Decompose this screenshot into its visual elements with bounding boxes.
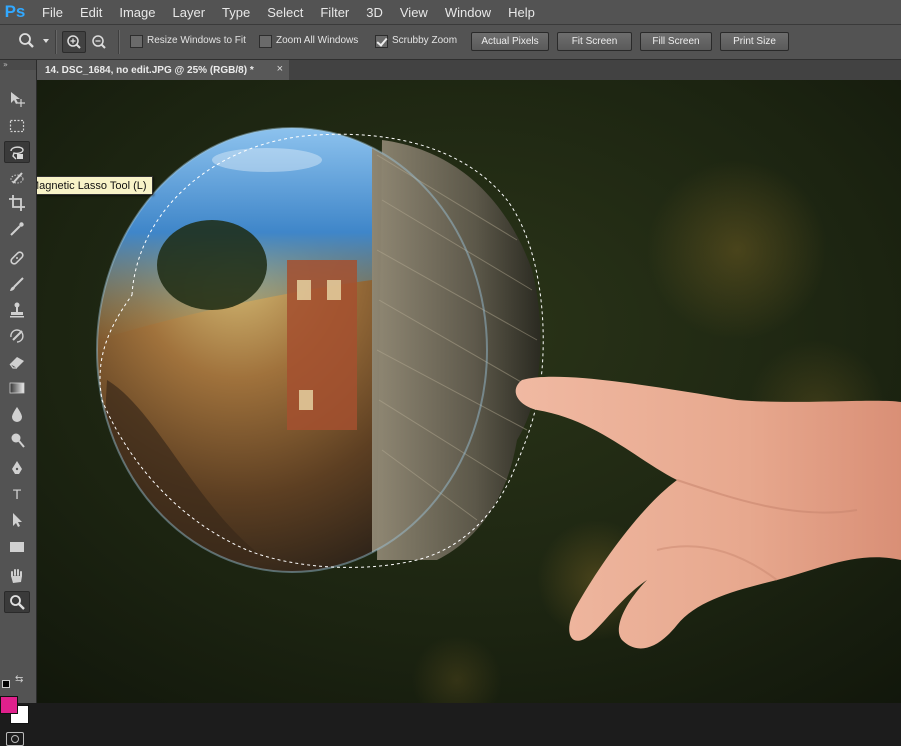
pen-tool[interactable]: [4, 457, 30, 479]
marquee-tool[interactable]: [4, 115, 30, 137]
document-tab-title: 14. DSC_1684, no edit.JPG @ 25% (RGB/8) …: [45, 64, 254, 76]
menu-edit[interactable]: Edit: [80, 5, 102, 20]
foreground-color-swatch[interactable]: [0, 696, 18, 714]
rectangle-tool[interactable]: [4, 536, 30, 558]
type-tool[interactable]: T: [4, 483, 30, 505]
menu-select[interactable]: Select: [267, 5, 303, 20]
divider: [118, 30, 120, 54]
move-tool[interactable]: [4, 88, 30, 110]
rect-marquee-icon: [9, 119, 25, 133]
print-size-button[interactable]: Print Size: [720, 32, 789, 51]
resize-windows-label: Resize Windows to Fit: [147, 35, 246, 46]
close-icon[interactable]: ×: [277, 63, 283, 75]
eraser-icon: [9, 357, 24, 369]
menu-help[interactable]: Help: [508, 5, 535, 20]
quick-selection-tool[interactable]: [4, 167, 30, 189]
fit-screen-button[interactable]: Fit Screen: [557, 32, 632, 51]
brush-tool[interactable]: [4, 273, 30, 295]
menu-bar: Ps File Edit Image Layer Type Select Fil…: [0, 0, 901, 25]
menu-layer[interactable]: Layer: [173, 5, 206, 20]
clone-stamp-tool[interactable]: [4, 299, 30, 321]
magnetic-lasso-icon: [10, 146, 24, 160]
healing-brush-tool[interactable]: [4, 247, 30, 269]
scrubby-zoom-checkbox[interactable]: [375, 35, 388, 48]
document-tab[interactable]: 14. DSC_1684, no edit.JPG @ 25% (RGB/8) …: [37, 60, 289, 80]
magnifier-icon: [10, 595, 25, 610]
menu-image[interactable]: Image: [119, 5, 155, 20]
zoom-in-button[interactable]: [62, 31, 86, 53]
hand-icon: [11, 569, 22, 583]
menu-window[interactable]: Window: [445, 5, 491, 20]
menu-3d[interactable]: 3D: [366, 5, 383, 20]
document-tab-bar: 14. DSC_1684, no edit.JPG @ 25% (RGB/8) …: [37, 60, 901, 80]
history-brush-icon: [10, 329, 24, 343]
rectangle-icon: [10, 542, 24, 552]
actual-pixels-button[interactable]: Actual Pixels: [471, 32, 549, 51]
blur-tool[interactable]: [4, 403, 30, 425]
photoshop-logo-icon: Ps: [4, 2, 26, 21]
zoom-all-windows-label: Zoom All Windows: [276, 35, 359, 46]
default-colors-icon[interactable]: [2, 680, 10, 688]
hand-tool[interactable]: [4, 565, 30, 587]
divider: [55, 30, 57, 54]
zoom-out-button[interactable]: [89, 32, 109, 52]
quick-selection-icon: [10, 172, 24, 184]
tool-preset-chevron-down-icon[interactable]: [43, 39, 49, 43]
zoom-tool[interactable]: [4, 591, 30, 613]
eyedropper-tool[interactable]: [4, 218, 30, 240]
dodge-tool[interactable]: [4, 429, 30, 451]
move-icon: [11, 92, 25, 107]
dodge-icon: [11, 433, 25, 448]
tools-panel: » T ⇆: [0, 60, 37, 746]
document-canvas[interactable]: Magnetic Lasso Tool (L): [37, 80, 901, 703]
tool-preset-magnifier-icon[interactable]: [17, 32, 37, 50]
options-bar: Resize Windows to Fit Zoom All Windows S…: [0, 25, 901, 60]
zoom-in-icon: [67, 35, 81, 49]
photo-bursting-bubble: [37, 80, 901, 703]
menu-file[interactable]: File: [42, 5, 63, 20]
menu-view[interactable]: View: [400, 5, 428, 20]
resize-windows-checkbox[interactable]: [130, 35, 143, 48]
path-selection-tool[interactable]: [4, 509, 30, 531]
gradient-tool[interactable]: [4, 377, 30, 399]
gradient-icon: [9, 382, 25, 394]
zoom-out-icon: [92, 35, 106, 49]
crop-icon: [9, 195, 25, 211]
quick-mask-icon[interactable]: [6, 732, 24, 746]
menu-type[interactable]: Type: [222, 5, 250, 20]
menu-filter[interactable]: Filter: [320, 5, 349, 20]
eyedropper-icon: [10, 222, 24, 236]
arrow-icon: [13, 513, 22, 527]
swap-colors-icon[interactable]: ⇆: [15, 674, 23, 685]
scrubby-zoom-label: Scrubby Zoom: [392, 35, 458, 46]
crop-tool[interactable]: [4, 192, 30, 214]
pen-icon: [12, 461, 22, 474]
magnetic-lasso-tool[interactable]: [4, 141, 30, 163]
fill-screen-button[interactable]: Fill Screen: [640, 32, 712, 51]
tool-tooltip: Magnetic Lasso Tool (L): [37, 176, 153, 195]
brush-icon: [10, 277, 24, 291]
history-brush-tool[interactable]: [4, 325, 30, 347]
bandage-icon: [10, 251, 24, 265]
stamp-icon: [10, 302, 24, 318]
eraser-tool[interactable]: [4, 351, 30, 373]
zoom-all-windows-checkbox[interactable]: [259, 35, 272, 48]
type-icon: T: [12, 486, 22, 502]
panel-collapse-icon[interactable]: »: [0, 60, 36, 70]
drop-icon: [12, 407, 22, 422]
